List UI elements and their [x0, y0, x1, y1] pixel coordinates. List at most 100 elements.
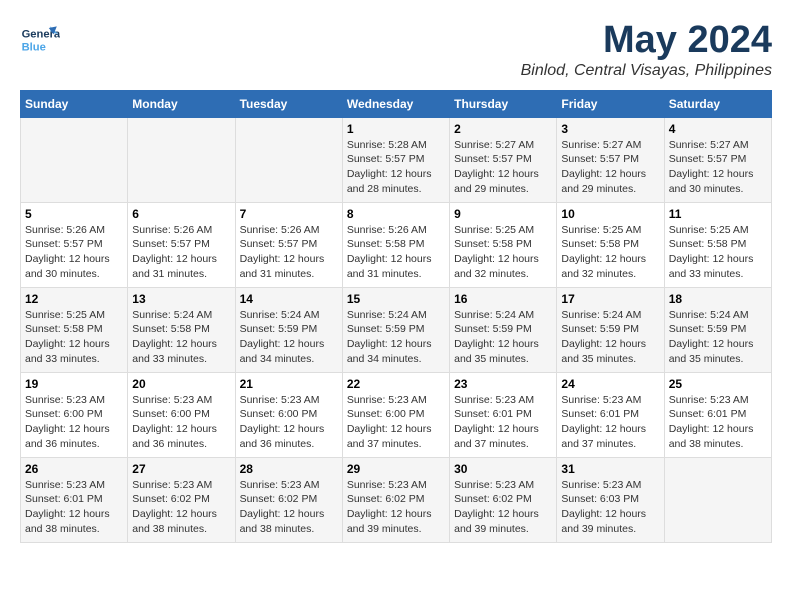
day-info: Sunrise: 5:25 AM Sunset: 5:58 PM Dayligh… [454, 223, 552, 282]
svg-text:Blue: Blue [22, 41, 46, 53]
day-number: 8 [347, 207, 445, 221]
day-number: 9 [454, 207, 552, 221]
calendar-cell: 14 Sunrise: 5:24 AM Sunset: 5:59 PM Dayli… [235, 287, 342, 372]
calendar-week-row: 1 Sunrise: 5:28 AM Sunset: 5:57 PM Daylig… [21, 117, 772, 202]
day-info: Sunrise: 5:26 AM Sunset: 5:57 PM Dayligh… [240, 223, 338, 282]
calendar-cell: 10 Sunrise: 5:25 AM Sunset: 5:58 PM Dayli… [557, 202, 664, 287]
calendar-table: SundayMondayTuesdayWednesdayThursdayFrid… [20, 90, 772, 543]
day-info: Sunrise: 5:25 AM Sunset: 5:58 PM Dayligh… [561, 223, 659, 282]
day-info: Sunrise: 5:24 AM Sunset: 5:59 PM Dayligh… [347, 308, 445, 367]
day-info: Sunrise: 5:26 AM Sunset: 5:57 PM Dayligh… [132, 223, 230, 282]
calendar-cell: 11 Sunrise: 5:25 AM Sunset: 5:58 PM Dayli… [664, 202, 771, 287]
weekday-header: Thursday [450, 90, 557, 117]
day-number: 3 [561, 122, 659, 136]
logo: General Blue [20, 20, 60, 60]
day-info: Sunrise: 5:24 AM Sunset: 5:59 PM Dayligh… [669, 308, 767, 367]
calendar-cell: 13 Sunrise: 5:24 AM Sunset: 5:58 PM Dayli… [128, 287, 235, 372]
calendar-cell: 6 Sunrise: 5:26 AM Sunset: 5:57 PM Daylig… [128, 202, 235, 287]
page-header: General Blue May 2024 Binlod, Central Vi… [20, 20, 772, 80]
calendar-cell: 3 Sunrise: 5:27 AM Sunset: 5:57 PM Daylig… [557, 117, 664, 202]
calendar-cell: 8 Sunrise: 5:26 AM Sunset: 5:58 PM Daylig… [342, 202, 449, 287]
day-number: 5 [25, 207, 123, 221]
day-number: 26 [25, 462, 123, 476]
day-info: Sunrise: 5:25 AM Sunset: 5:58 PM Dayligh… [25, 308, 123, 367]
day-info: Sunrise: 5:23 AM Sunset: 6:01 PM Dayligh… [669, 393, 767, 452]
day-number: 13 [132, 292, 230, 306]
day-number: 23 [454, 377, 552, 391]
day-number: 12 [25, 292, 123, 306]
calendar-cell: 2 Sunrise: 5:27 AM Sunset: 5:57 PM Daylig… [450, 117, 557, 202]
title-section: May 2024 Binlod, Central Visayas, Philip… [521, 20, 772, 80]
day-info: Sunrise: 5:27 AM Sunset: 5:57 PM Dayligh… [454, 138, 552, 197]
calendar-week-row: 12 Sunrise: 5:25 AM Sunset: 5:58 PM Dayli… [21, 287, 772, 372]
day-number: 29 [347, 462, 445, 476]
day-info: Sunrise: 5:26 AM Sunset: 5:58 PM Dayligh… [347, 223, 445, 282]
calendar-cell: 20Sunrise: 5:23 AM Sunset: 6:00 PM Dayli… [128, 372, 235, 457]
weekday-header: Monday [128, 90, 235, 117]
day-info: Sunrise: 5:24 AM Sunset: 5:58 PM Dayligh… [132, 308, 230, 367]
calendar-cell: 29Sunrise: 5:23 AM Sunset: 6:02 PM Dayli… [342, 457, 449, 542]
day-number: 2 [454, 122, 552, 136]
calendar-week-row: 26 Sunrise: 5:23 AM Sunset: 6:01 PM Dayli… [21, 457, 772, 542]
calendar-cell: 7 Sunrise: 5:26 AM Sunset: 5:57 PM Daylig… [235, 202, 342, 287]
day-number: 1 [347, 122, 445, 136]
day-number: 28 [240, 462, 338, 476]
day-info: Sunrise: 5:25 AM Sunset: 5:58 PM Dayligh… [669, 223, 767, 282]
calendar-cell: 5 Sunrise: 5:26 AM Sunset: 5:57 PM Daylig… [21, 202, 128, 287]
calendar-cell: 21Sunrise: 5:23 AM Sunset: 6:00 PM Dayli… [235, 372, 342, 457]
day-info: Sunrise: 5:27 AM Sunset: 5:57 PM Dayligh… [561, 138, 659, 197]
day-number: 14 [240, 292, 338, 306]
day-info: Sunrise: 5:23 AM Sunset: 6:02 PM Dayligh… [132, 478, 230, 537]
calendar-cell [128, 117, 235, 202]
calendar-week-row: 19Sunrise: 5:23 AM Sunset: 6:00 PM Dayli… [21, 372, 772, 457]
calendar-week-row: 5 Sunrise: 5:26 AM Sunset: 5:57 PM Daylig… [21, 202, 772, 287]
day-info: Sunrise: 5:27 AM Sunset: 5:57 PM Dayligh… [669, 138, 767, 197]
calendar-cell: 28Sunrise: 5:23 AM Sunset: 6:02 PM Dayli… [235, 457, 342, 542]
day-number: 25 [669, 377, 767, 391]
weekday-header: Friday [557, 90, 664, 117]
calendar-cell: 23 Sunrise: 5:23 AM Sunset: 6:01 PM Dayli… [450, 372, 557, 457]
page-title: May 2024 [521, 20, 772, 62]
day-number: 6 [132, 207, 230, 221]
day-info: Sunrise: 5:24 AM Sunset: 5:59 PM Dayligh… [240, 308, 338, 367]
day-number: 16 [454, 292, 552, 306]
weekday-header: Saturday [664, 90, 771, 117]
logo-icon: General Blue [20, 20, 60, 60]
day-info: Sunrise: 5:23 AM Sunset: 6:00 PM Dayligh… [132, 393, 230, 452]
day-info: Sunrise: 5:26 AM Sunset: 5:57 PM Dayligh… [25, 223, 123, 282]
day-number: 24 [561, 377, 659, 391]
day-number: 7 [240, 207, 338, 221]
calendar-cell: 15 Sunrise: 5:24 AM Sunset: 5:59 PM Dayli… [342, 287, 449, 372]
day-number: 30 [454, 462, 552, 476]
day-info: Sunrise: 5:28 AM Sunset: 5:57 PM Dayligh… [347, 138, 445, 197]
day-number: 10 [561, 207, 659, 221]
calendar-cell [21, 117, 128, 202]
day-info: Sunrise: 5:23 AM Sunset: 6:01 PM Dayligh… [454, 393, 552, 452]
calendar-cell: 30Sunrise: 5:23 AM Sunset: 6:02 PM Dayli… [450, 457, 557, 542]
day-info: Sunrise: 5:23 AM Sunset: 6:03 PM Dayligh… [561, 478, 659, 537]
calendar-cell: 12 Sunrise: 5:25 AM Sunset: 5:58 PM Dayli… [21, 287, 128, 372]
day-info: Sunrise: 5:23 AM Sunset: 6:01 PM Dayligh… [561, 393, 659, 452]
calendar-header: SundayMondayTuesdayWednesdayThursdayFrid… [21, 90, 772, 117]
calendar-cell: 18Sunrise: 5:24 AM Sunset: 5:59 PM Dayli… [664, 287, 771, 372]
day-number: 31 [561, 462, 659, 476]
day-number: 15 [347, 292, 445, 306]
weekday-header: Wednesday [342, 90, 449, 117]
calendar-cell: 9 Sunrise: 5:25 AM Sunset: 5:58 PM Daylig… [450, 202, 557, 287]
day-number: 17 [561, 292, 659, 306]
calendar-cell: 17 Sunrise: 5:24 AM Sunset: 5:59 PM Dayli… [557, 287, 664, 372]
day-number: 11 [669, 207, 767, 221]
weekday-header: Tuesday [235, 90, 342, 117]
day-info: Sunrise: 5:23 AM Sunset: 6:00 PM Dayligh… [25, 393, 123, 452]
weekday-row: SundayMondayTuesdayWednesdayThursdayFrid… [21, 90, 772, 117]
day-info: Sunrise: 5:23 AM Sunset: 6:00 PM Dayligh… [347, 393, 445, 452]
day-info: Sunrise: 5:23 AM Sunset: 6:00 PM Dayligh… [240, 393, 338, 452]
calendar-cell: 1 Sunrise: 5:28 AM Sunset: 5:57 PM Daylig… [342, 117, 449, 202]
day-info: Sunrise: 5:24 AM Sunset: 5:59 PM Dayligh… [454, 308, 552, 367]
day-info: Sunrise: 5:24 AM Sunset: 5:59 PM Dayligh… [561, 308, 659, 367]
weekday-header: Sunday [21, 90, 128, 117]
day-info: Sunrise: 5:23 AM Sunset: 6:01 PM Dayligh… [25, 478, 123, 537]
calendar-cell: 25 Sunrise: 5:23 AM Sunset: 6:01 PM Dayli… [664, 372, 771, 457]
calendar-cell: 31 Sunrise: 5:23 AM Sunset: 6:03 PM Dayli… [557, 457, 664, 542]
day-number: 4 [669, 122, 767, 136]
